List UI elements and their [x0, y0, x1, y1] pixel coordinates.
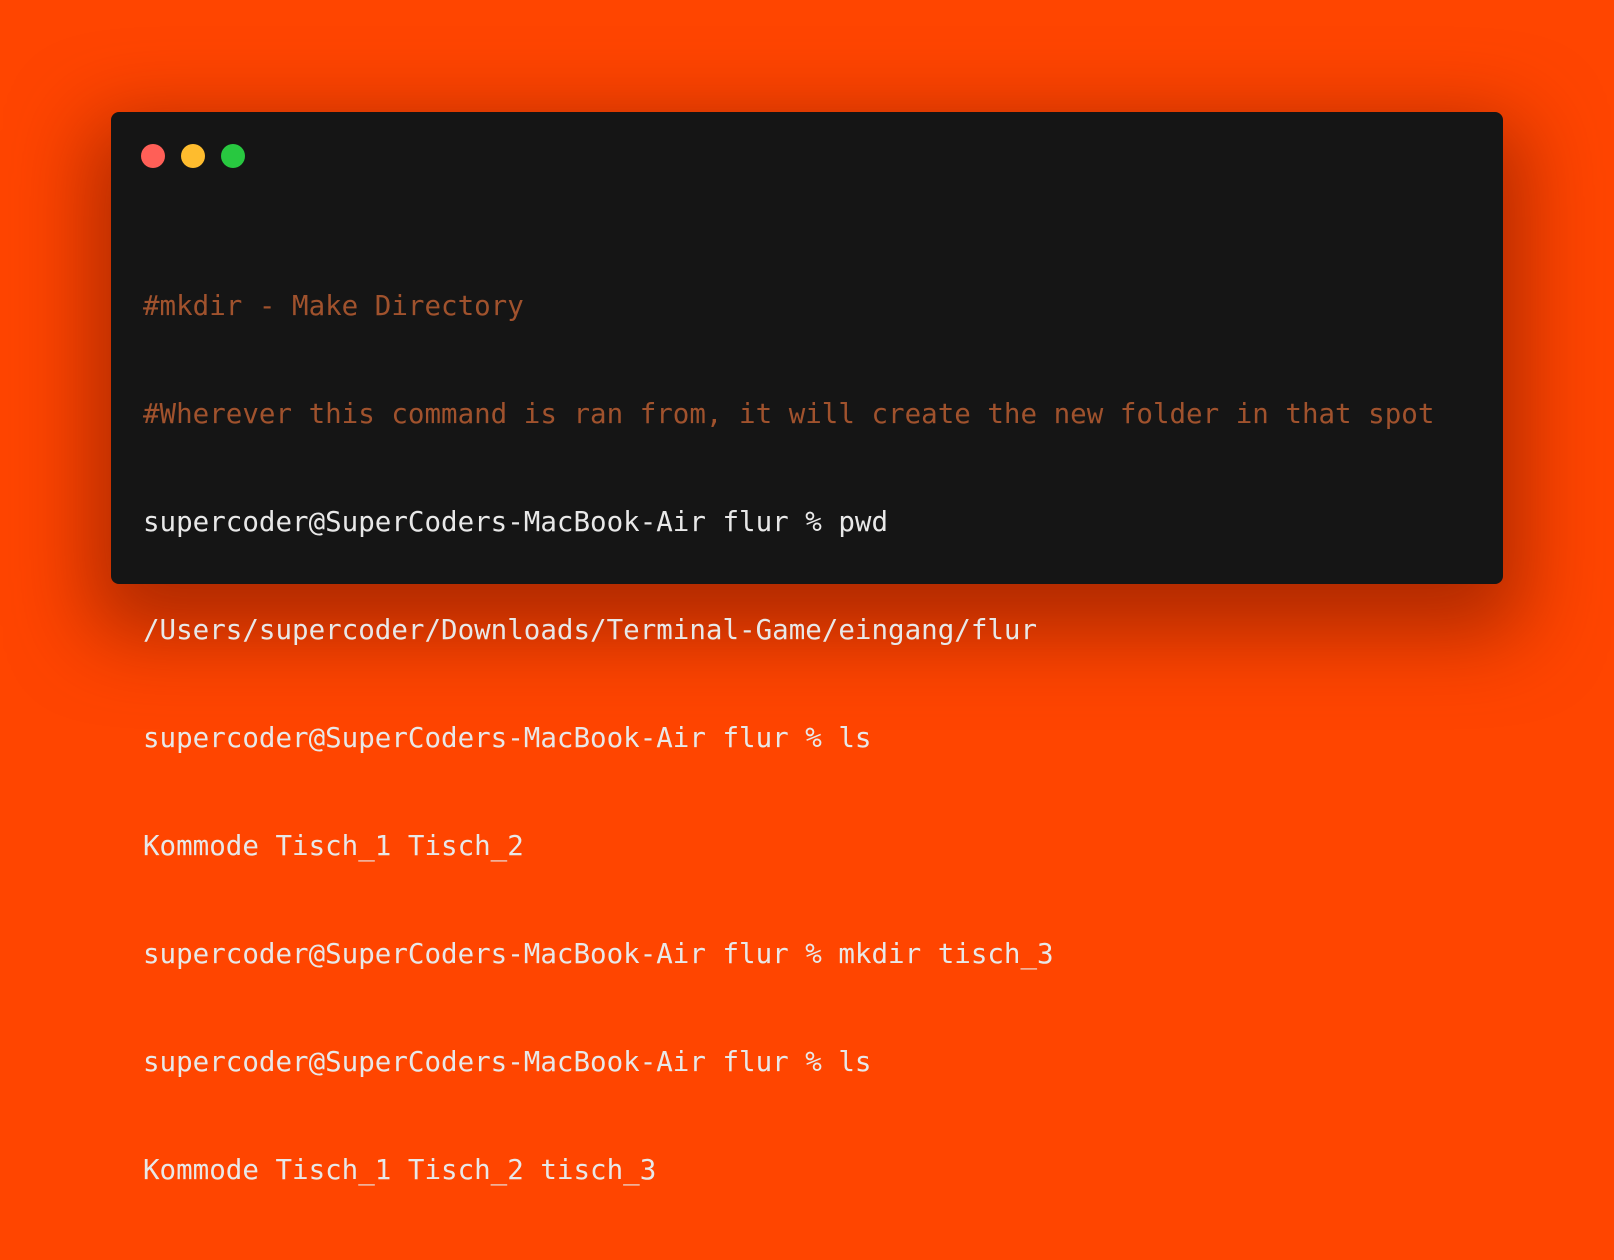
zoom-button[interactable]	[221, 144, 245, 168]
window-titlebar	[111, 112, 1503, 172]
terminal-line-command: supercoder@SuperCoders-MacBook-Air flur …	[143, 506, 889, 538]
terminal-window: #mkdir - Make Directory #Wherever this c…	[111, 112, 1503, 1186]
terminal-line-command: supercoder@SuperCoders-MacBook-Air flur …	[143, 1046, 872, 1078]
terminal-line-command: supercoder@SuperCoders-MacBook-Air flur …	[143, 722, 872, 754]
terminal-line-output: /Users/supercoder/Downloads/Terminal-Gam…	[143, 614, 1038, 646]
minimize-button[interactable]	[181, 144, 205, 168]
close-button[interactable]	[141, 144, 165, 168]
terminal-line-command: supercoder@SuperCoders-MacBook-Air flur …	[143, 938, 1054, 970]
terminal-line-output: Kommode Tisch_1 Tisch_2	[143, 830, 524, 862]
terminal-line-comment: #mkdir - Make Directory	[143, 290, 524, 322]
terminal-line-output: Kommode Tisch_1 Tisch_2 tisch_3	[143, 1154, 657, 1186]
terminal-output: #mkdir - Make Directory #Wherever this c…	[143, 216, 1483, 1260]
terminal-line-comment: #Wherever this command is ran from, it w…	[143, 398, 1435, 430]
